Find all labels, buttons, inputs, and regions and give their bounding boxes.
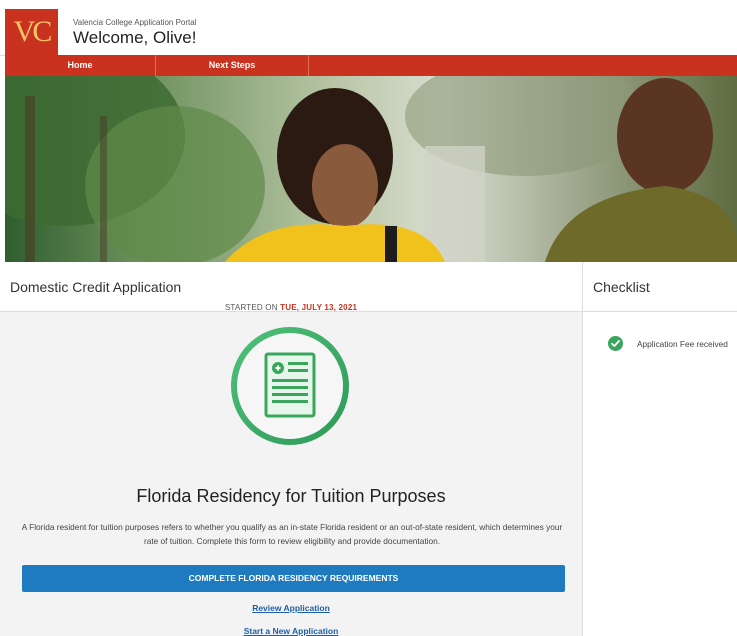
- checklist-item-label: Application Fee received: [637, 339, 728, 349]
- checklist-header: Checklist: [583, 262, 737, 312]
- portal-name: Valencia College Application Portal: [73, 18, 197, 27]
- page-header: VC Valencia College Application Portal W…: [0, 0, 737, 56]
- started-on-line: STARTED ON TUE, JULY 13, 2021: [0, 303, 582, 312]
- college-logo[interactable]: VC: [5, 9, 58, 55]
- document-icon: [228, 324, 352, 448]
- started-date: TUE, JULY 13, 2021: [280, 303, 358, 312]
- hero-illustration: [5, 76, 737, 262]
- started-prefix: STARTED ON: [224, 303, 278, 312]
- complete-residency-button[interactable]: COMPLETE FLORIDA RESIDENCY REQUIREMENTS: [22, 565, 565, 592]
- main-nav: Home Next Steps: [5, 55, 737, 76]
- nav-next-steps[interactable]: Next Steps: [156, 55, 309, 76]
- nav-home[interactable]: Home: [5, 55, 156, 76]
- hero-photo: [5, 76, 737, 262]
- check-circle-icon: [608, 336, 623, 351]
- welcome-heading: Welcome, Olive!: [73, 28, 197, 47]
- section-description: A Florida resident for tuition purposes …: [21, 522, 563, 546]
- checklist-title: Checklist: [593, 279, 650, 295]
- checklist-panel: Checklist Application Fee received: [583, 262, 737, 636]
- section-title: Florida Residency for Tuition Purposes: [136, 486, 446, 506]
- start-new-application-link[interactable]: Start a New Application: [0, 626, 582, 636]
- application-title: Domestic Credit Application: [10, 279, 182, 295]
- logo-text: VC: [13, 15, 53, 48]
- review-application-link[interactable]: Review Application: [0, 603, 582, 613]
